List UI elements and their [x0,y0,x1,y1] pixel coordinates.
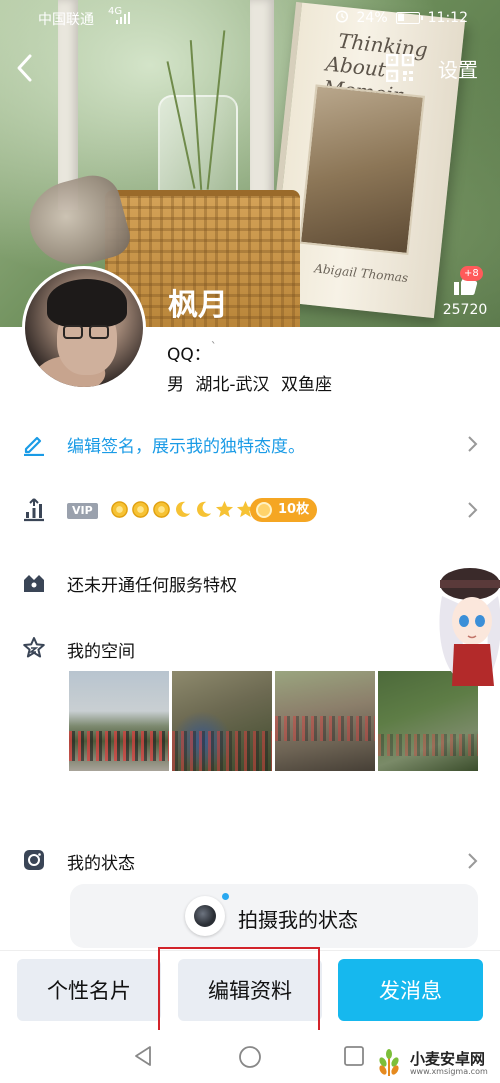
wheat-logo-icon [379,1049,399,1076]
space-photo[interactable] [275,671,375,771]
avatar-glasses [63,325,83,339]
status-bar: 中国联通 4G 24% 11:12 [0,0,500,34]
book-photo [298,84,426,256]
alarm-icon [335,9,349,27]
status-row[interactable]: 我的状态 [0,830,500,890]
space-photos [69,671,478,771]
avatar[interactable] [22,266,146,390]
qq-label: QQ： [167,345,211,365]
star-icon [215,500,234,518]
qq-number[interactable]: QQ：` [167,340,217,365]
camera-square-icon [24,850,44,870]
photo-crowd [69,731,169,761]
zodiac-label: 双鱼座 [280,375,332,395]
watermark-text: 小麦安卓网 www.xmsigma.com [410,1051,488,1076]
watermark: 小麦安卓网 www.xmsigma.com [372,1048,488,1078]
nickname: 枫月 [168,288,228,323]
capture-status-label: 拍摄我的状态 [238,908,358,932]
status-label: 我的状态 [67,854,135,874]
signature-row[interactable]: 编辑签名，展示我的独特态度。 [0,414,500,474]
level-up-icon [24,498,44,522]
space-photo[interactable] [69,671,169,771]
camera-icon [185,896,225,936]
space-row[interactable]: 我的空间 [0,618,500,678]
signal-icon [116,12,130,28]
chevron-right-icon [468,436,478,452]
avatar-glasses [89,325,109,339]
coin-tag: 10枚 [250,498,318,522]
watermark-name: 小麦安卓网 [410,1049,486,1068]
mascot-pendant[interactable] [430,566,500,696]
highlight-box [158,947,320,1034]
nav-back-icon[interactable] [132,1045,154,1067]
space-label: 我的空间 [67,642,135,662]
privilege-label: 还未开通任何服务特权 [67,576,237,596]
privilege-row[interactable]: 还未开通任何服务特权 [0,552,500,612]
crown-icon [111,501,128,518]
location-label: 湖北-武汉 [195,375,270,395]
moon-icon [176,501,191,517]
crown-box-icon [24,575,44,592]
avatar-hair [47,279,127,327]
space-photo[interactable] [172,671,272,771]
qr-code-button[interactable] [385,53,415,83]
send-message-button[interactable]: 发消息 [338,959,483,1021]
settings-button[interactable]: 设置 [438,54,478,83]
profile-card-button[interactable]: 个性名片 [17,959,161,1021]
qq-value: ` [210,340,217,354]
time-label: 11:12 [427,10,468,26]
qr-code-icon [385,53,415,83]
pencil-icon [24,436,44,456]
chevron-right-icon [468,853,478,869]
new-dot [222,893,229,900]
signature-label: 编辑签名，展示我的独特态度。 [67,437,305,457]
chevron-left-icon [17,54,32,82]
battery-icon [395,12,423,24]
vip-tag: VIP [67,503,98,519]
chevron-right-icon [468,502,478,518]
nav-home-icon[interactable] [238,1045,262,1069]
carrier-label: 中国联通 [38,12,94,28]
level-badges [110,500,255,519]
photo-crowd [275,716,375,741]
like-count: 25720 [442,302,488,318]
profile-info: 男 湖北-武汉 双鱼座 [167,370,332,395]
photo-crowd [378,734,478,756]
mascot-illustration [439,568,500,686]
crown-icon [132,501,149,518]
moon-icon [197,501,212,517]
nav-recent-icon[interactable] [344,1046,364,1066]
like-badge: +8 [460,266,483,281]
star-outline-icon [23,637,45,658]
battery-percent: 24% [356,10,388,26]
crown-icon [153,501,170,518]
gender-label: 男 [167,375,184,395]
watermark-url: www.xmsigma.com [410,1066,488,1076]
book-author: Abigail Thomas [313,261,409,286]
back-button[interactable] [10,50,42,86]
photo-crowd [172,731,272,771]
